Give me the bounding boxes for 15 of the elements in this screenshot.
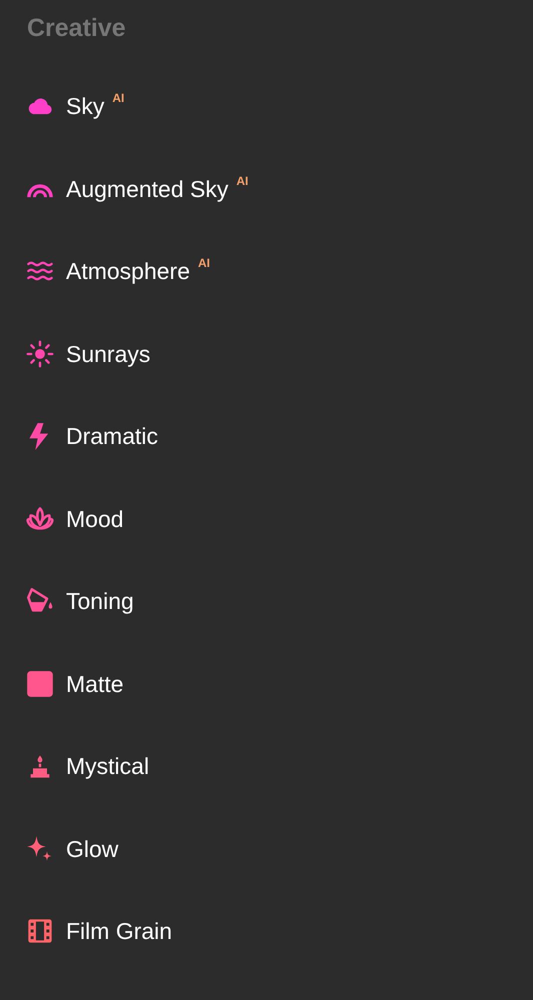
menu-item[interactable]: Mystical [26, 751, 150, 781]
menu-item[interactable]: Toning [26, 586, 134, 616]
ai-label: AI [198, 256, 210, 270]
menu-item[interactable]: Augmented Sky AI [26, 174, 248, 204]
menu-item[interactable]: Dramatic [26, 421, 158, 451]
ai-label: AI [112, 91, 124, 105]
menu-item[interactable]: Sunrays [26, 338, 150, 368]
menu-item[interactable]: Sky AI [26, 91, 124, 121]
menu-item[interactable]: Atmosphere AI [26, 256, 210, 286]
menu-item[interactable]: Matte [26, 668, 124, 698]
menu-item[interactable]: Mood [26, 504, 124, 534]
section-title: Creative [27, 13, 127, 44]
ai-label: AI [236, 174, 248, 188]
menu-item[interactable]: Film Grain [26, 916, 172, 946]
menu-item[interactable]: Glow [26, 834, 118, 864]
